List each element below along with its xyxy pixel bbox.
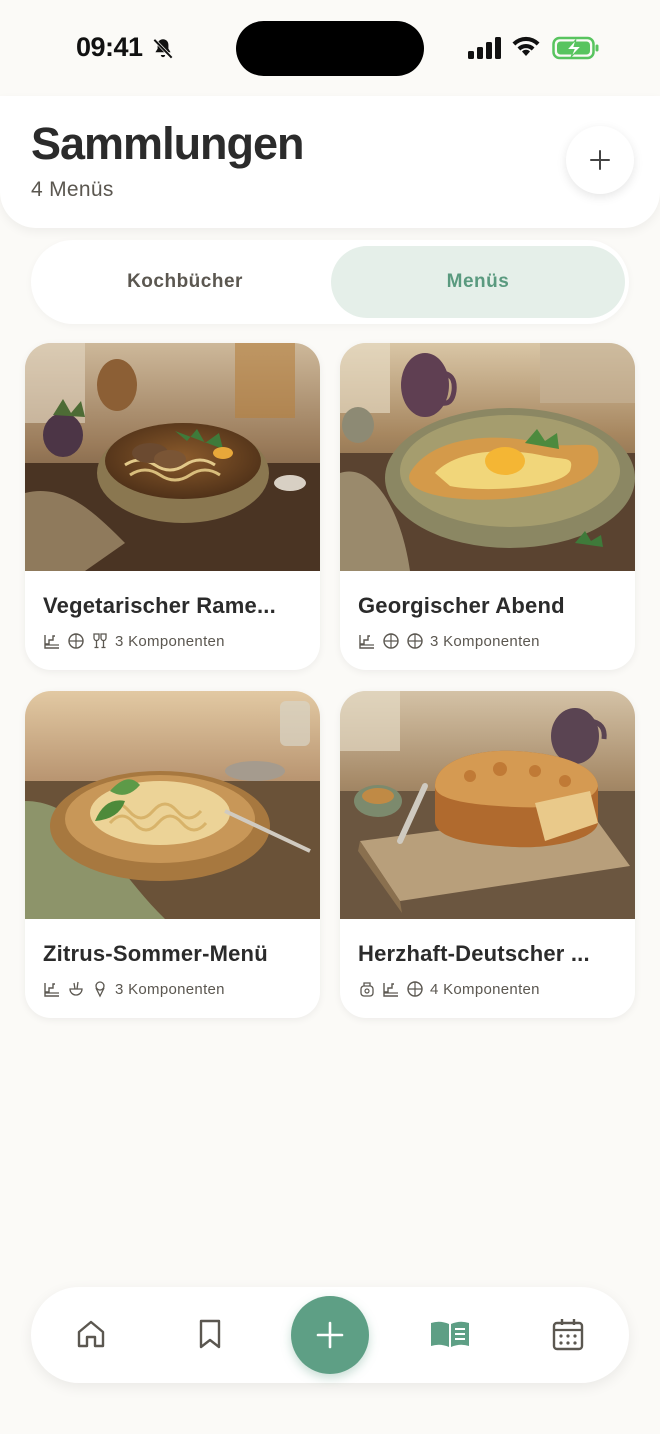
icecream-icon	[95, 981, 105, 998]
menu-card[interactable]: Vegetarischer Rame... 3 Komponenten	[25, 343, 320, 670]
menu-card[interactable]: Georgischer Abend 3 Komponenten	[340, 343, 635, 670]
tab-kochbuecher[interactable]: Kochbücher	[37, 246, 333, 318]
toaster-icon	[360, 982, 374, 997]
menu-card[interactable]: Zitrus-Sommer-Menü 3 Komponenten	[25, 691, 320, 1018]
dynamic-island	[236, 21, 424, 76]
battery-charging-icon	[552, 36, 599, 60]
globe-icon	[407, 981, 423, 997]
plus-icon	[590, 150, 610, 170]
wifi-icon	[512, 36, 540, 56]
home-icon[interactable]	[74, 1317, 108, 1351]
bottom-navigation	[31, 1287, 629, 1383]
globe-icon	[407, 633, 423, 649]
status-bar: 09:41	[0, 0, 660, 96]
menu-meta: 3 Komponenten	[358, 631, 540, 651]
page-title: Sammlungen	[31, 118, 305, 169]
menu-title: Georgischer Abend	[358, 593, 565, 618]
book-open-icon[interactable]	[429, 1317, 471, 1351]
plus-icon	[316, 1321, 344, 1349]
bell-muted-icon	[153, 38, 173, 59]
stairs-icon	[359, 635, 374, 649]
collection-type-switch: Kochbücher Menüs	[31, 240, 629, 324]
menu-meta: 3 Komponenten	[43, 979, 225, 999]
menu-title: Vegetarischer Rame...	[43, 593, 276, 618]
stairs-icon	[383, 983, 398, 997]
component-count: 3 Komponenten	[115, 632, 225, 650]
component-count: 4 Komponenten	[430, 980, 540, 998]
menu-meta: 3 Komponenten	[43, 631, 225, 651]
add-icon[interactable]	[291, 1296, 369, 1374]
menu-photo	[340, 691, 635, 919]
status-time: 09:41	[76, 32, 143, 62]
stairs-icon	[44, 635, 59, 649]
bowl-icon	[69, 981, 83, 996]
menu-photo	[340, 343, 635, 571]
bookmark-icon[interactable]	[193, 1317, 227, 1351]
menu-count: 4 Menüs	[31, 178, 114, 201]
page-header: Sammlungen 4 Menüs	[0, 96, 660, 228]
tab-menues[interactable]: Menüs	[331, 246, 625, 318]
menu-title: Zitrus-Sommer-Menü	[43, 941, 268, 966]
menu-meta: 4 Komponenten	[358, 979, 540, 999]
component-count: 3 Komponenten	[430, 632, 540, 650]
signal-icon	[468, 37, 501, 59]
menu-card[interactable]: Herzhaft-Deutscher ... 4 Komponenten	[340, 691, 635, 1018]
add-collection-button[interactable]	[566, 126, 634, 194]
menu-photo	[25, 343, 320, 571]
menu-title: Herzhaft-Deutscher ...	[358, 941, 590, 966]
globe-icon	[68, 633, 84, 649]
wine-icon	[93, 633, 107, 649]
menu-photo	[25, 691, 320, 919]
globe-icon	[383, 633, 399, 649]
component-count: 3 Komponenten	[115, 980, 225, 998]
stairs-icon	[44, 983, 59, 997]
calendar-icon[interactable]	[551, 1317, 585, 1351]
